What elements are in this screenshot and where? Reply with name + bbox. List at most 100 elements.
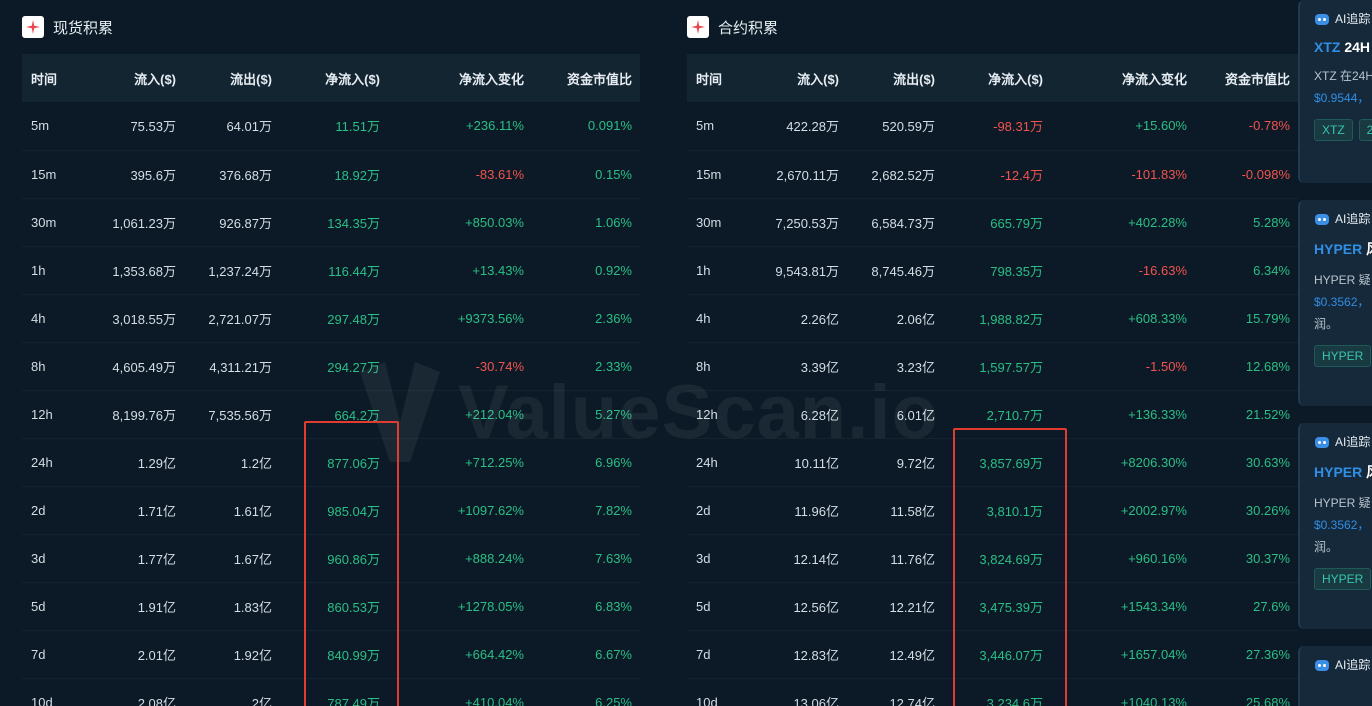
cell-net-change: +712.25% bbox=[388, 438, 532, 487]
cell-net-inflow: 798.35万 bbox=[943, 246, 1051, 295]
cell-net-inflow: 116.44万 bbox=[280, 246, 388, 295]
cell-net-change: +236.11% bbox=[388, 102, 532, 151]
cell-mcap-ratio: 0.091% bbox=[532, 102, 640, 151]
cell-mcap-ratio: 30.37% bbox=[1195, 534, 1298, 583]
table-row: 7d 12.83亿 12.49亿 3,446.07万 +1657.04% 27.36% bbox=[687, 630, 1298, 679]
cell-time: 4h bbox=[22, 294, 92, 343]
cell-mcap-ratio: 6.67% bbox=[532, 630, 640, 679]
cell-time: 24h bbox=[687, 438, 749, 487]
table-row: 10d 13.06亿 12.74亿 3,234.6万 +1040.13% 25.68% bbox=[687, 678, 1298, 706]
card-text: HYPER 疑 $0.3562， 润。 bbox=[1300, 259, 1372, 335]
cell-net-inflow: 18.92万 bbox=[280, 150, 388, 199]
table-row: 5m 75.53万 64.01万 11.51万 +236.11% 0.091% bbox=[22, 102, 640, 151]
cell-time: 24h bbox=[22, 438, 92, 487]
cell-inflow: 1.29亿 bbox=[92, 438, 184, 487]
cell-outflow: 3.23亿 bbox=[847, 342, 943, 391]
table-row: 15m 2,670.11万 2,682.52万 -12.4万 -101.83% -0.09… bbox=[687, 150, 1298, 199]
cell-net-inflow: 3,475.39万 bbox=[943, 582, 1051, 631]
table-row: 3d 12.14亿 11.76亿 3,824.69万 +960.16% 30.37% bbox=[687, 534, 1298, 583]
cell-net-inflow: 3,234.6万 bbox=[943, 678, 1051, 706]
cell-time: 2d bbox=[687, 486, 749, 535]
cell-inflow: 11.96亿 bbox=[749, 486, 847, 535]
cell-outflow: 376.68万 bbox=[184, 150, 280, 199]
card-text-line: HYPER 疑 bbox=[1314, 496, 1371, 510]
cell-net-inflow: 3,810.1万 bbox=[943, 486, 1051, 535]
cell-mcap-ratio: 25.68% bbox=[1195, 678, 1298, 706]
cell-outflow: 1.61亿 bbox=[184, 486, 280, 535]
cell-outflow: 11.76亿 bbox=[847, 534, 943, 583]
cell-inflow: 1,353.68万 bbox=[92, 246, 184, 295]
cell-time: 1h bbox=[22, 246, 92, 295]
chip-tag[interactable]: HYPER bbox=[1314, 345, 1372, 367]
cell-inflow: 13.06亿 bbox=[749, 678, 847, 706]
cell-mcap-ratio: -0.098% bbox=[1195, 150, 1298, 199]
col-net-inflow: 净流入($) bbox=[325, 71, 380, 87]
col-time: 时间 bbox=[31, 71, 58, 87]
cell-inflow: 9,543.81万 bbox=[749, 246, 847, 295]
card-price: $0.9544， bbox=[1314, 91, 1370, 105]
cell-outflow: 1.92亿 bbox=[184, 630, 280, 679]
cell-outflow: 926.87万 bbox=[184, 198, 280, 247]
chip-tag[interactable]: 2 bbox=[1358, 119, 1372, 141]
cell-mcap-ratio: 30.26% bbox=[1195, 486, 1298, 535]
cell-net-inflow: 960.86万 bbox=[280, 534, 388, 583]
table-row: 5d 12.56亿 12.21亿 3,475.39万 +1543.34% 27.6% bbox=[687, 582, 1298, 631]
cell-outflow: 7,535.56万 bbox=[184, 390, 280, 439]
cell-net-change: -83.61% bbox=[388, 150, 532, 199]
ai-card[interactable]: AI追踪 XTZ 24H XTZ 在24H $0.9544， XTZ 2 bbox=[1298, 0, 1372, 183]
cell-net-change: +888.24% bbox=[388, 534, 532, 583]
cell-net-change: +402.28% bbox=[1051, 198, 1195, 247]
card-label: AI追踪 bbox=[1335, 658, 1371, 672]
cell-time: 7d bbox=[687, 630, 749, 679]
card-text: XTZ 在24H $0.9544， bbox=[1300, 55, 1372, 109]
spot-panel: 现货积累 时间 流入($) 流出($) 净流入($) 净流入变化 资金市值比 5… bbox=[22, 0, 640, 706]
card-label: AI追踪 bbox=[1335, 12, 1371, 26]
cell-net-inflow: 1,988.82万 bbox=[943, 294, 1051, 343]
cell-time: 5d bbox=[687, 582, 749, 631]
col-mcap-ratio: 资金市值比 bbox=[566, 71, 632, 87]
cell-net-change: +608.33% bbox=[1051, 294, 1195, 343]
spot-table-header: 时间 流入($) 流出($) 净流入($) 净流入变化 资金市值比 bbox=[22, 54, 640, 102]
cell-time: 3d bbox=[22, 534, 92, 583]
cell-inflow: 10.11亿 bbox=[749, 438, 847, 487]
cell-net-change: -1.50% bbox=[1051, 342, 1195, 391]
cell-net-change: +1097.62% bbox=[388, 486, 532, 535]
table-row: 4h 3,018.55万 2,721.07万 297.48万 +9373.56% 2.36… bbox=[22, 294, 640, 343]
col-mcap-ratio: 资金市值比 bbox=[1224, 71, 1290, 87]
card-text-line: HYPER 疑 bbox=[1314, 273, 1371, 287]
cell-outflow: 2,682.52万 bbox=[847, 150, 943, 199]
cell-net-inflow: 297.48万 bbox=[280, 294, 388, 343]
cell-mcap-ratio: 1.06% bbox=[532, 198, 640, 247]
cell-inflow: 2.01亿 bbox=[92, 630, 184, 679]
cell-outflow: 2亿 bbox=[184, 678, 280, 706]
cell-net-change: +13.43% bbox=[388, 246, 532, 295]
col-net-inflow: 净流入($) bbox=[988, 71, 1043, 87]
card-title-rest: 风 bbox=[1362, 241, 1372, 257]
cell-net-change: +960.16% bbox=[1051, 534, 1195, 583]
cell-net-change: +1278.05% bbox=[388, 582, 532, 631]
cell-outflow: 1.83亿 bbox=[184, 582, 280, 631]
cell-inflow: 2.26亿 bbox=[749, 294, 847, 343]
cell-inflow: 3,018.55万 bbox=[92, 294, 184, 343]
cell-outflow: 2,721.07万 bbox=[184, 294, 280, 343]
ai-card[interactable]: AI追踪 HYPER 风 HYPER 疑 $0.3562， 润。 HYPER bbox=[1298, 200, 1372, 406]
cell-time: 5d bbox=[22, 582, 92, 631]
card-title-rest: 24H bbox=[1340, 39, 1371, 55]
ai-tracking-sidebar: AI追踪 XTZ 24H XTZ 在24H $0.9544， XTZ 2 AI追… bbox=[1298, 0, 1372, 706]
futures-table: 时间 流入($) 流出($) 净流入($) 净流入变化 资金市值比 5m 422.… bbox=[687, 54, 1298, 706]
chip-tag[interactable]: HYPER bbox=[1314, 568, 1372, 590]
chip-tag[interactable]: XTZ bbox=[1314, 119, 1353, 141]
cell-net-inflow: 840.99万 bbox=[280, 630, 388, 679]
cell-mcap-ratio: 30.63% bbox=[1195, 438, 1298, 487]
cell-net-inflow: 294.27万 bbox=[280, 342, 388, 391]
col-net-change: 净流入变化 bbox=[458, 71, 524, 87]
cell-time: 3d bbox=[687, 534, 749, 583]
cell-mcap-ratio: 27.36% bbox=[1195, 630, 1298, 679]
cell-net-inflow: 985.04万 bbox=[280, 486, 388, 535]
cell-inflow: 12.56亿 bbox=[749, 582, 847, 631]
cell-inflow: 7,250.53万 bbox=[749, 198, 847, 247]
ai-card[interactable]: AI追踪 bbox=[1298, 646, 1372, 706]
cell-time: 30m bbox=[22, 198, 92, 247]
cell-inflow: 12.83亿 bbox=[749, 630, 847, 679]
ai-card[interactable]: AI追踪 HYPER 风 HYPER 疑 $0.3562， 润。 HYPER bbox=[1298, 423, 1372, 629]
